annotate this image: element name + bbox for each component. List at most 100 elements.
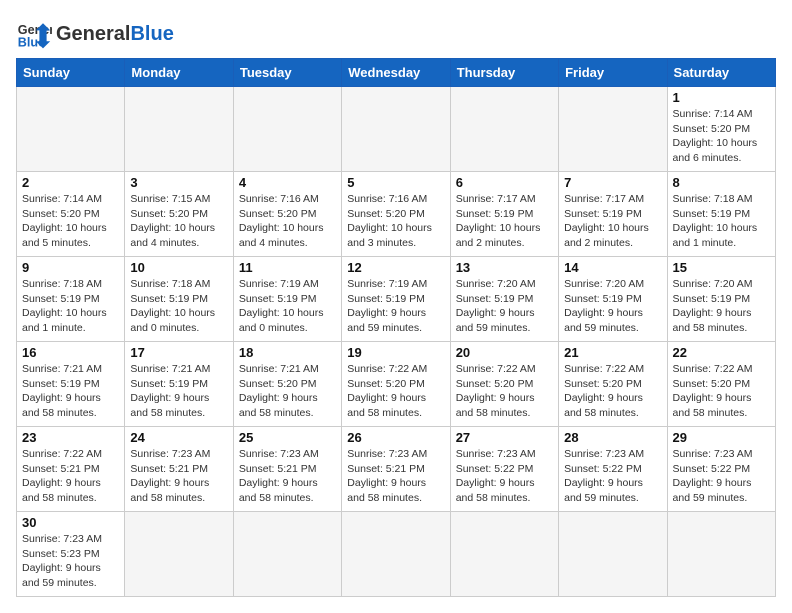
calendar-cell: 26 Sunrise: 7:23 AM Sunset: 5:21 PM Dayli… <box>342 427 450 512</box>
day-info: Sunrise: 7:22 AM Sunset: 5:20 PM Dayligh… <box>456 362 553 421</box>
day-number: 10 <box>130 260 227 275</box>
calendar-cell <box>667 512 775 597</box>
day-info: Sunrise: 7:22 AM Sunset: 5:20 PM Dayligh… <box>564 362 661 421</box>
calendar-cell: 20 Sunrise: 7:22 AM Sunset: 5:20 PM Dayli… <box>450 342 558 427</box>
day-number: 15 <box>673 260 770 275</box>
week-row-1: 1Sunrise: 7:14 AM Sunset: 5:20 PM Daylig… <box>17 87 776 172</box>
day-number: 20 <box>456 345 553 360</box>
logo-icon: General Blue <box>16 16 52 52</box>
day-info: Sunrise: 7:21 AM Sunset: 5:20 PM Dayligh… <box>239 362 336 421</box>
week-row-5: 23Sunrise: 7:22 AM Sunset: 5:21 PM Dayli… <box>17 427 776 512</box>
logo-blue-text: Blue <box>130 23 173 46</box>
page-header: General Blue General Blue <box>16 16 776 52</box>
day-info: Sunrise: 7:18 AM Sunset: 5:19 PM Dayligh… <box>673 192 770 251</box>
week-row-3: 9Sunrise: 7:18 AM Sunset: 5:19 PM Daylig… <box>17 257 776 342</box>
day-info: Sunrise: 7:20 AM Sunset: 5:19 PM Dayligh… <box>564 277 661 336</box>
calendar-cell: 30 Sunrise: 7:23 AM Sunset: 5:23 PM Dayli… <box>17 512 125 597</box>
day-info: Sunrise: 7:23 AM Sunset: 5:21 PM Dayligh… <box>347 447 444 506</box>
day-number: 27 <box>456 430 553 445</box>
calendar-cell: 9Sunrise: 7:18 AM Sunset: 5:19 PM Daylig… <box>17 257 125 342</box>
calendar-cell: 15Sunrise: 7:20 AM Sunset: 5:19 PM Dayli… <box>667 257 775 342</box>
calendar-cell: 11 Sunrise: 7:19 AM Sunset: 5:19 PM Dayli… <box>233 257 341 342</box>
day-number: 5 <box>347 175 444 190</box>
calendar-cell: 5 Sunrise: 7:16 AM Sunset: 5:20 PM Daylig… <box>342 172 450 257</box>
day-number: 13 <box>456 260 553 275</box>
day-info: Sunrise: 7:21 AM Sunset: 5:19 PM Dayligh… <box>22 362 119 421</box>
day-number: 1 <box>673 90 770 105</box>
calendar-cell: 21 Sunrise: 7:22 AM Sunset: 5:20 PM Dayli… <box>559 342 667 427</box>
day-info: Sunrise: 7:23 AM Sunset: 5:22 PM Dayligh… <box>564 447 661 506</box>
day-info: Sunrise: 7:23 AM Sunset: 5:22 PM Dayligh… <box>456 447 553 506</box>
day-info: Sunrise: 7:22 AM Sunset: 5:20 PM Dayligh… <box>673 362 770 421</box>
logo: General Blue General Blue <box>16 16 174 52</box>
day-number: 12 <box>347 260 444 275</box>
week-row-4: 16 Sunrise: 7:21 AM Sunset: 5:19 PM Dayli… <box>17 342 776 427</box>
calendar-cell: 23Sunrise: 7:22 AM Sunset: 5:21 PM Dayli… <box>17 427 125 512</box>
day-number: 2 <box>22 175 119 190</box>
day-number: 3 <box>130 175 227 190</box>
day-number: 30 <box>22 515 119 530</box>
calendar-cell <box>17 87 125 172</box>
day-number: 17 <box>130 345 227 360</box>
day-number: 16 <box>22 345 119 360</box>
calendar-cell: 8 Sunrise: 7:18 AM Sunset: 5:19 PM Daylig… <box>667 172 775 257</box>
day-number: 22 <box>673 345 770 360</box>
calendar-cell: 19Sunrise: 7:22 AM Sunset: 5:20 PM Dayli… <box>342 342 450 427</box>
calendar-cell <box>125 512 233 597</box>
day-info: Sunrise: 7:14 AM Sunset: 5:20 PM Dayligh… <box>22 192 119 251</box>
day-info: Sunrise: 7:23 AM Sunset: 5:23 PM Dayligh… <box>22 532 119 591</box>
calendar-cell <box>233 87 341 172</box>
calendar-header-row: SundayMondayTuesdayWednesdayThursdayFrid… <box>17 59 776 87</box>
calendar-cell: 13 Sunrise: 7:20 AM Sunset: 5:19 PM Dayli… <box>450 257 558 342</box>
calendar-cell <box>450 512 558 597</box>
calendar-cell: 6Sunrise: 7:17 AM Sunset: 5:19 PM Daylig… <box>450 172 558 257</box>
day-info: Sunrise: 7:22 AM Sunset: 5:21 PM Dayligh… <box>22 447 119 506</box>
day-info: Sunrise: 7:15 AM Sunset: 5:20 PM Dayligh… <box>130 192 227 251</box>
day-info: Sunrise: 7:20 AM Sunset: 5:19 PM Dayligh… <box>456 277 553 336</box>
day-number: 18 <box>239 345 336 360</box>
calendar-cell: 12 Sunrise: 7:19 AM Sunset: 5:19 PM Dayli… <box>342 257 450 342</box>
day-info: Sunrise: 7:23 AM Sunset: 5:21 PM Dayligh… <box>239 447 336 506</box>
calendar-cell: 27 Sunrise: 7:23 AM Sunset: 5:22 PM Dayli… <box>450 427 558 512</box>
calendar-cell: 4Sunrise: 7:16 AM Sunset: 5:20 PM Daylig… <box>233 172 341 257</box>
calendar-cell <box>342 512 450 597</box>
header-monday: Monday <box>125 59 233 87</box>
calendar-cell: 18 Sunrise: 7:21 AM Sunset: 5:20 PM Dayli… <box>233 342 341 427</box>
day-info: Sunrise: 7:16 AM Sunset: 5:20 PM Dayligh… <box>347 192 444 251</box>
day-info: Sunrise: 7:19 AM Sunset: 5:19 PM Dayligh… <box>239 277 336 336</box>
calendar-cell: 7Sunrise: 7:17 AM Sunset: 5:19 PM Daylig… <box>559 172 667 257</box>
calendar-cell: 24Sunrise: 7:23 AM Sunset: 5:21 PM Dayli… <box>125 427 233 512</box>
day-info: Sunrise: 7:17 AM Sunset: 5:19 PM Dayligh… <box>456 192 553 251</box>
calendar-cell: 2 Sunrise: 7:14 AM Sunset: 5:20 PM Daylig… <box>17 172 125 257</box>
calendar-cell <box>233 512 341 597</box>
day-number: 21 <box>564 345 661 360</box>
calendar-cell <box>342 87 450 172</box>
calendar-cell: 28 Sunrise: 7:23 AM Sunset: 5:22 PM Dayli… <box>559 427 667 512</box>
day-number: 19 <box>347 345 444 360</box>
day-info: Sunrise: 7:17 AM Sunset: 5:19 PM Dayligh… <box>564 192 661 251</box>
day-number: 29 <box>673 430 770 445</box>
header-saturday: Saturday <box>667 59 775 87</box>
week-row-6: 30 Sunrise: 7:23 AM Sunset: 5:23 PM Dayli… <box>17 512 776 597</box>
calendar-cell <box>125 87 233 172</box>
day-number: 26 <box>347 430 444 445</box>
calendar-cell: 3 Sunrise: 7:15 AM Sunset: 5:20 PM Daylig… <box>125 172 233 257</box>
header-sunday: Sunday <box>17 59 125 87</box>
day-info: Sunrise: 7:19 AM Sunset: 5:19 PM Dayligh… <box>347 277 444 336</box>
calendar-cell: 22 Sunrise: 7:22 AM Sunset: 5:20 PM Dayli… <box>667 342 775 427</box>
day-info: Sunrise: 7:23 AM Sunset: 5:22 PM Dayligh… <box>673 447 770 506</box>
logo-general-text: General <box>56 23 130 46</box>
day-number: 8 <box>673 175 770 190</box>
calendar-table: SundayMondayTuesdayWednesdayThursdayFrid… <box>16 58 776 597</box>
day-number: 11 <box>239 260 336 275</box>
calendar-cell <box>559 512 667 597</box>
calendar-cell: 17Sunrise: 7:21 AM Sunset: 5:19 PM Dayli… <box>125 342 233 427</box>
day-info: Sunrise: 7:16 AM Sunset: 5:20 PM Dayligh… <box>239 192 336 251</box>
week-row-2: 2 Sunrise: 7:14 AM Sunset: 5:20 PM Daylig… <box>17 172 776 257</box>
calendar-cell: 25Sunrise: 7:23 AM Sunset: 5:21 PM Dayli… <box>233 427 341 512</box>
calendar-cell: 16 Sunrise: 7:21 AM Sunset: 5:19 PM Dayli… <box>17 342 125 427</box>
day-number: 28 <box>564 430 661 445</box>
calendar-cell: 29 Sunrise: 7:23 AM Sunset: 5:22 PM Dayli… <box>667 427 775 512</box>
header-wednesday: Wednesday <box>342 59 450 87</box>
header-thursday: Thursday <box>450 59 558 87</box>
